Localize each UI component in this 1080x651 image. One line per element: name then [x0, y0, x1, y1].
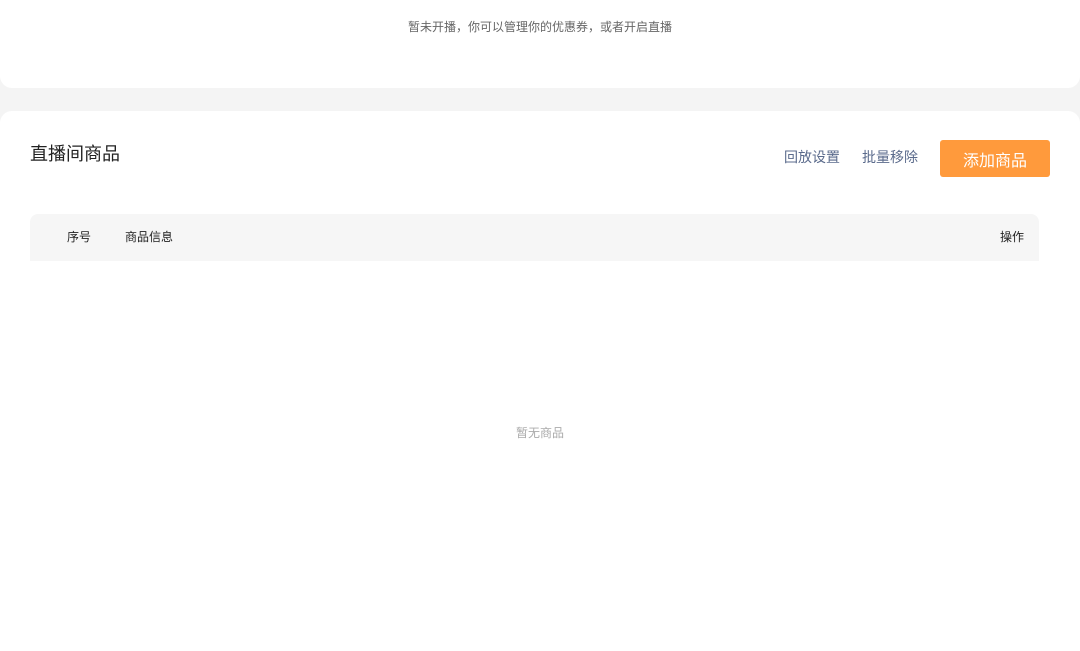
live-room-goods-card: 直播间商品 回放设置 批量移除 添加商品 序号 商品信息 操作 暂无商品: [0, 111, 1080, 651]
goods-table-header: 序号 商品信息 操作: [30, 214, 1039, 261]
batch-remove-link[interactable]: 批量移除: [862, 140, 918, 177]
column-header-operations: 操作: [999, 230, 1024, 244]
live-status-card: 暂未开播，你可以管理你的优惠券，或者开启直播: [0, 0, 1080, 88]
empty-state-text: 暂无商品: [515, 426, 564, 440]
section-title: 直播间商品: [30, 144, 120, 165]
live-status-notice: 暂未开播，你可以管理你的优惠券，或者开启直播: [407, 20, 672, 34]
column-header-goods-info: 商品信息: [125, 230, 174, 244]
header-actions: 回放设置 批量移除 添加商品: [784, 140, 1050, 177]
column-header-index: 序号: [67, 230, 92, 244]
add-goods-button[interactable]: 添加商品: [940, 140, 1050, 177]
add-goods-button-label: 添加商品: [962, 150, 1027, 170]
replay-settings-link[interactable]: 回放设置: [784, 140, 840, 177]
